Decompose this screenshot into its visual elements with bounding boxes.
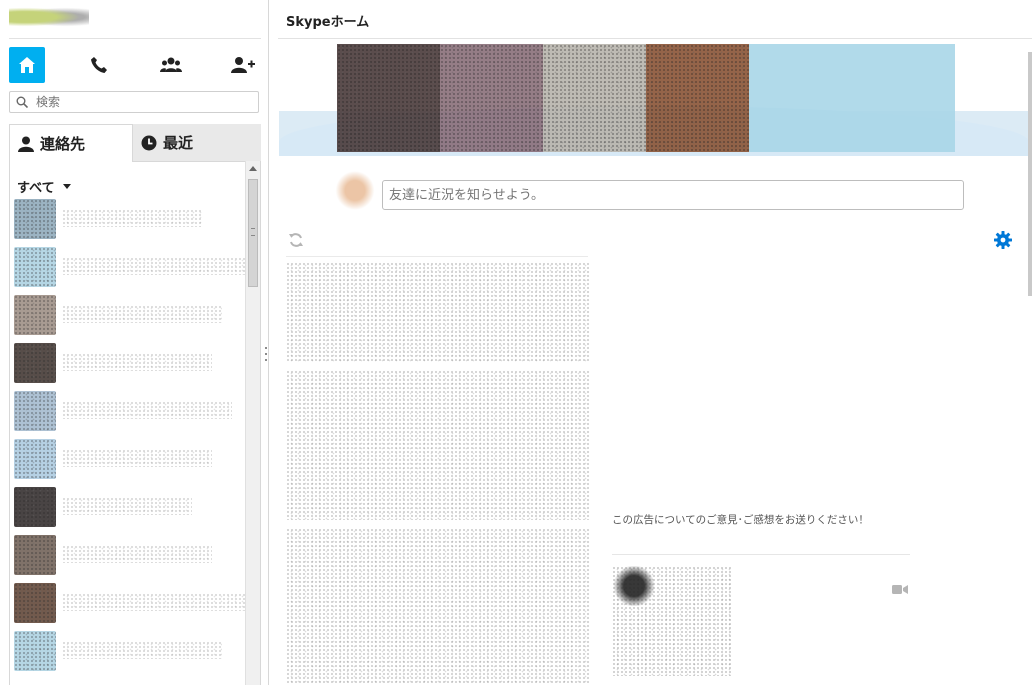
tab-label: 最近	[163, 134, 194, 152]
ad-feedback-text[interactable]: この広告についてのご意見･ご感想をお送りください！	[612, 512, 869, 527]
home-button[interactable]	[9, 47, 45, 83]
contact-name	[62, 257, 260, 275]
search-box[interactable]	[9, 91, 259, 113]
avatar	[14, 631, 56, 671]
sidebar: 連絡先 最近 すべて	[0, 0, 269, 685]
avatar	[14, 487, 56, 527]
avatar	[14, 295, 56, 335]
feed-item	[286, 528, 590, 685]
pane-splitter-handle[interactable]	[264, 347, 268, 361]
scrollbar-thumb[interactable]	[248, 179, 258, 287]
phone-icon	[91, 57, 107, 73]
contact-name	[62, 497, 192, 515]
contact-name	[62, 401, 232, 419]
main-pane: Skypeホーム 友達に近況を知らせよう。 この広告についてのご意見･ご感想をお…	[270, 0, 1032, 685]
home-icon	[19, 57, 35, 73]
search-icon	[16, 96, 28, 108]
gear-icon	[994, 231, 1012, 249]
banner-avatar	[749, 44, 852, 152]
contact-list-item[interactable]	[14, 293, 234, 337]
tab-label: 連絡先	[40, 135, 86, 153]
avatar	[333, 168, 377, 218]
sidebar-nav	[9, 47, 261, 83]
suggested-contact-card	[612, 546, 912, 685]
contact-list-item[interactable]	[14, 581, 260, 625]
scroll-up-icon[interactable]	[249, 166, 257, 171]
avatar	[14, 343, 56, 383]
create-group-button[interactable]	[153, 47, 189, 83]
divider	[612, 554, 910, 555]
add-contact-button[interactable]	[225, 47, 261, 83]
feed-item	[286, 370, 590, 520]
contact-list-item[interactable]	[14, 245, 260, 289]
skype-home-banner	[279, 44, 1029, 156]
settings-button[interactable]	[994, 231, 1012, 253]
avatar	[14, 583, 56, 623]
banner-avatars	[337, 44, 955, 152]
contact-tabs: 連絡先 最近	[9, 124, 261, 162]
tab-contacts[interactable]: 連絡先	[9, 124, 133, 162]
person-icon	[18, 136, 34, 152]
contact-list-item[interactable]	[14, 341, 234, 385]
contact-list	[14, 197, 260, 685]
contact-name	[62, 641, 222, 659]
contact-list-item[interactable]	[14, 389, 234, 433]
avatar	[14, 247, 56, 287]
avatar	[14, 199, 56, 239]
video-camera-icon	[892, 585, 908, 594]
divider	[278, 38, 1032, 39]
main-scrollbar[interactable]	[1028, 52, 1032, 296]
contact-name	[62, 449, 212, 467]
avatar	[14, 391, 56, 431]
tab-recent[interactable]: 最近	[133, 124, 261, 162]
contact-list-item[interactable]	[14, 629, 234, 673]
video-call-button[interactable]	[892, 580, 908, 599]
filter-label: すべて	[17, 181, 55, 196]
contact-name	[62, 209, 202, 227]
divider	[286, 256, 588, 257]
contact-list-item[interactable]	[14, 485, 234, 529]
banner-avatar	[337, 44, 440, 152]
feed-item	[286, 262, 590, 362]
contact-name	[62, 545, 212, 563]
avatar	[612, 566, 656, 606]
contact-list-item[interactable]	[14, 197, 234, 241]
contact-list-scrollbar[interactable]	[245, 161, 260, 685]
banner-avatar	[646, 44, 749, 152]
banner-avatar	[440, 44, 543, 152]
contact-list-panel: すべて	[9, 161, 261, 685]
status-message-input[interactable]	[382, 180, 964, 210]
contact-name	[62, 353, 212, 371]
clock-icon	[141, 135, 157, 150]
contact-name	[62, 305, 222, 323]
banner-avatar	[852, 44, 955, 152]
avatar	[14, 535, 56, 575]
contact-list-item[interactable]	[14, 533, 234, 577]
contact-list-item[interactable]	[14, 437, 234, 481]
profile-status-area[interactable]	[9, 6, 89, 28]
contact-name	[62, 593, 260, 611]
divider	[9, 38, 261, 39]
search-input[interactable]	[34, 94, 238, 110]
call-phone-button[interactable]	[81, 47, 117, 83]
page-title: Skypeホーム	[286, 15, 370, 30]
avatar	[14, 439, 56, 479]
activity-feed	[286, 262, 590, 685]
contact-filter-dropdown[interactable]: すべて	[17, 177, 71, 196]
chevron-down-icon	[62, 184, 71, 189]
add-contact-icon	[231, 57, 255, 73]
banner-avatar	[543, 44, 646, 152]
group-icon	[160, 57, 182, 72]
refresh-icon	[289, 233, 303, 247]
refresh-button[interactable]	[288, 232, 304, 252]
